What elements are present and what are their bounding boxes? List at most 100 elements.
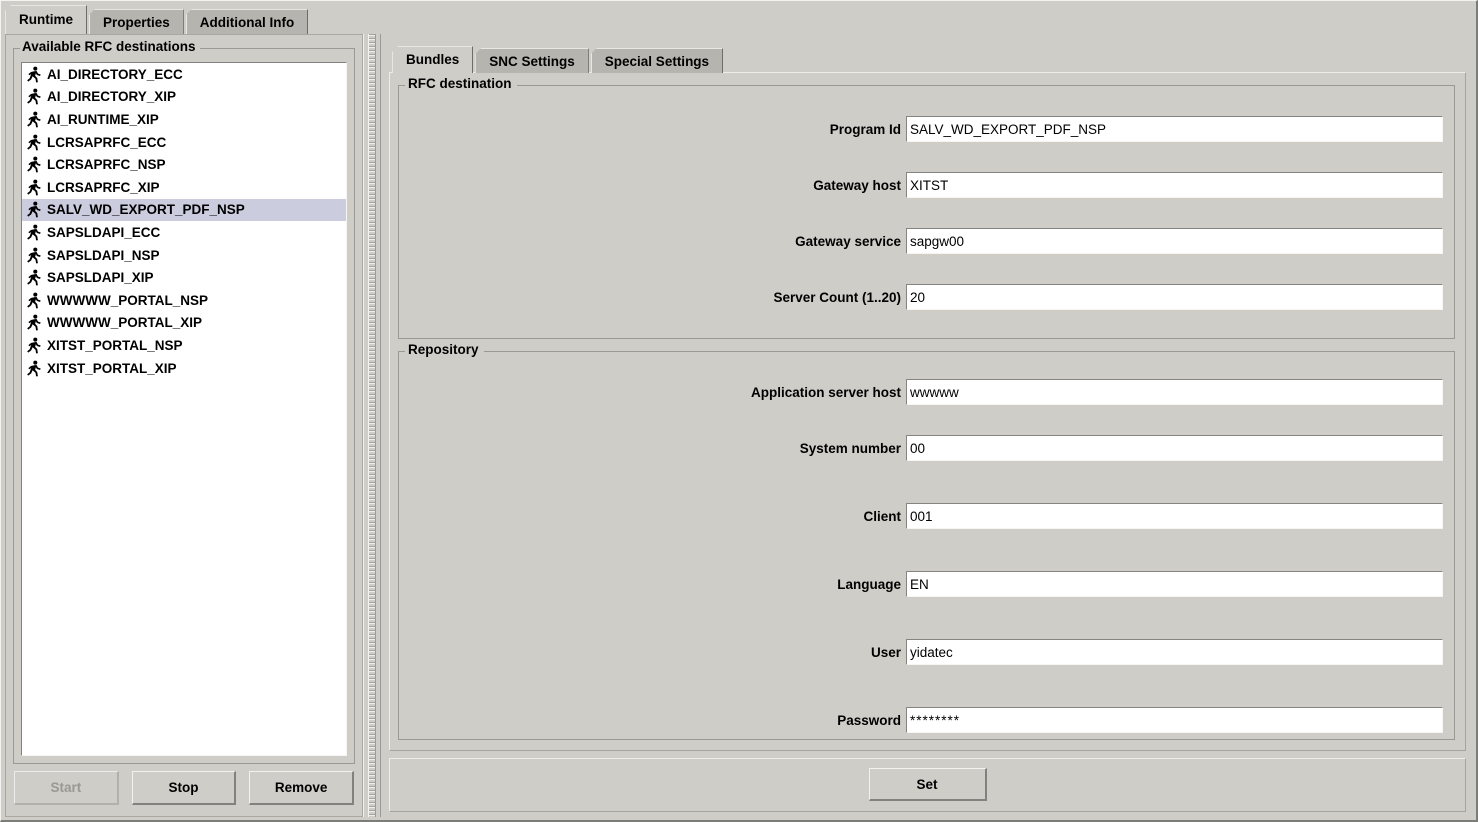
- form-field-row: User yidatec: [399, 639, 1443, 665]
- list-item[interactable]: WWWWW_PORTAL_NSP: [22, 289, 346, 312]
- running-person-icon: [26, 292, 42, 309]
- list-item-label: AI_DIRECTORY_XIP: [47, 89, 177, 105]
- application-server-host-input[interactable]: wwwww: [906, 379, 1443, 405]
- main-tabstrip: Runtime Properties Additional Info: [5, 5, 310, 34]
- settings-tabstrip: Bundles SNC Settings Special Settings: [392, 46, 725, 73]
- split-pane: Available RFC destinations AI_DIRECTORY_…: [5, 34, 1473, 817]
- running-person-icon: [26, 269, 42, 286]
- list-item[interactable]: AI_DIRECTORY_ECC: [22, 63, 346, 86]
- bundles-tab-content: RFC destination Program Id SALV_WD_EXPORT…: [389, 72, 1466, 751]
- available-destinations-panel: Available RFC destinations AI_DIRECTORY_…: [5, 34, 363, 817]
- list-item-label: SAPSLDAPI_ECC: [47, 224, 161, 240]
- running-person-icon: [26, 247, 42, 264]
- tab-properties-label: Properties: [103, 15, 170, 30]
- available-destinations-group: Available RFC destinations AI_DIRECTORY_…: [13, 39, 355, 764]
- split-pane-divider[interactable]: [363, 34, 381, 817]
- list-item[interactable]: XITST_PORTAL_NSP: [22, 334, 346, 357]
- start-button[interactable]: Start: [14, 771, 119, 805]
- server-count-1-20-input[interactable]: 20: [906, 284, 1443, 310]
- gateway-host-input[interactable]: XITST: [906, 172, 1443, 198]
- running-person-icon: [26, 111, 42, 128]
- set-button[interactable]: Set: [868, 768, 987, 801]
- client-label: Client: [863, 508, 901, 524]
- split-pane-divider-grip[interactable]: [368, 34, 376, 817]
- list-item[interactable]: XITST_PORTAL_XIP: [22, 357, 346, 380]
- language-input[interactable]: EN: [906, 571, 1443, 597]
- list-item-label: WWWWW_PORTAL_NSP: [47, 292, 208, 308]
- form-field-row: Client 001: [399, 503, 1443, 529]
- system-number-label: System number: [799, 440, 901, 456]
- list-item-label: AI_DIRECTORY_ECC: [47, 66, 183, 82]
- tab-special-settings[interactable]: Special Settings: [590, 48, 724, 73]
- list-item-label: SALV_WD_EXPORT_PDF_NSP: [47, 202, 245, 218]
- tab-bundles[interactable]: Bundles: [392, 46, 474, 73]
- remove-button[interactable]: Remove: [249, 771, 355, 805]
- rfc-destination-group-title: RFC destination: [405, 76, 517, 91]
- running-person-icon: [26, 314, 42, 331]
- list-item-label: SAPSLDAPI_XIP: [47, 270, 154, 286]
- destination-action-buttons: Start Stop Remove: [14, 771, 355, 805]
- tab-runtime-label: Runtime: [19, 12, 73, 27]
- tab-properties[interactable]: Properties: [89, 9, 184, 34]
- repository-group: Repository Application server host wwwww S…: [398, 342, 1455, 740]
- list-item-label: LCRSAPRFC_XIP: [47, 179, 160, 195]
- running-person-icon: [26, 134, 42, 151]
- tab-additional-info[interactable]: Additional Info: [185, 9, 309, 34]
- list-item[interactable]: LCRSAPRFC_NSP: [22, 153, 346, 176]
- start-button-label: Start: [50, 780, 82, 795]
- tab-runtime[interactable]: Runtime: [5, 5, 87, 34]
- running-person-icon: [26, 337, 42, 354]
- server-count-1-20-label: Server Count (1..20): [773, 289, 901, 305]
- running-person-icon: [26, 88, 42, 105]
- tab-additional-info-label: Additional Info: [199, 15, 295, 30]
- form-field-row: Gateway service sapgw00: [399, 228, 1443, 254]
- destinations-list[interactable]: AI_DIRECTORY_ECC AI_DIRECTORY_XIP AI_RUNTI…: [21, 62, 347, 756]
- application-server-host-label: Application server host: [750, 384, 901, 400]
- tab-snc-settings[interactable]: SNC Settings: [475, 48, 589, 73]
- list-item-label: LCRSAPRFC_ECC: [47, 134, 167, 150]
- list-item-label: AI_RUNTIME_XIP: [47, 111, 159, 127]
- running-person-icon: [26, 66, 42, 83]
- running-person-icon: [26, 179, 42, 196]
- program-id-input[interactable]: SALV_WD_EXPORT_PDF_NSP: [906, 116, 1443, 142]
- list-item[interactable]: SAPSLDAPI_ECC: [22, 221, 346, 244]
- program-id-label: Program Id: [829, 121, 901, 137]
- stop-button[interactable]: Stop: [131, 771, 237, 805]
- list-item[interactable]: LCRSAPRFC_ECC: [22, 131, 346, 154]
- user-label: User: [870, 644, 901, 660]
- set-button-label: Set: [916, 777, 938, 792]
- list-item[interactable]: SALV_WD_EXPORT_PDF_NSP: [22, 198, 346, 222]
- rfc-destination-manager-window: Runtime Properties Additional Info Avail…: [0, 0, 1478, 822]
- client-input[interactable]: 001: [906, 503, 1443, 529]
- system-number-input[interactable]: 00: [906, 435, 1443, 461]
- list-item-label: XITST_PORTAL_NSP: [47, 337, 183, 353]
- repository-group-title: Repository: [405, 342, 484, 357]
- form-field-row: Language EN: [399, 571, 1443, 597]
- form-field-row: Password ********: [399, 707, 1443, 733]
- tab-bundles-label: Bundles: [406, 52, 460, 67]
- stop-button-label: Stop: [168, 780, 199, 795]
- gateway-service-label: Gateway service: [795, 233, 901, 249]
- gateway-service-input[interactable]: sapgw00: [906, 228, 1443, 254]
- list-item-label: LCRSAPRFC_NSP: [47, 157, 166, 173]
- list-item-label: WWWWW_PORTAL_XIP: [47, 315, 202, 331]
- list-item-label: XITST_PORTAL_XIP: [47, 360, 177, 376]
- running-person-icon: [26, 156, 42, 173]
- list-item[interactable]: WWWWW_PORTAL_XIP: [22, 312, 346, 335]
- available-destinations-title: Available RFC destinations: [20, 39, 200, 54]
- list-item[interactable]: SAPSLDAPI_XIP: [22, 266, 346, 289]
- list-item[interactable]: AI_RUNTIME_XIP: [22, 108, 346, 131]
- tab-special-settings-label: Special Settings: [604, 54, 710, 69]
- settings-action-bar: Set: [389, 758, 1466, 812]
- form-field-row: Application server host wwwww: [399, 379, 1443, 405]
- form-field-row: Gateway host XITST: [399, 172, 1443, 198]
- form-field-row: Program Id SALV_WD_EXPORT_PDF_NSP: [399, 116, 1443, 142]
- list-item[interactable]: LCRSAPRFC_XIP: [22, 176, 346, 199]
- list-item[interactable]: AI_DIRECTORY_XIP: [22, 86, 346, 109]
- list-item[interactable]: SAPSLDAPI_NSP: [22, 244, 346, 267]
- password-label: Password: [837, 712, 901, 728]
- user-input[interactable]: yidatec: [906, 639, 1443, 665]
- password-input[interactable]: ********: [906, 707, 1443, 733]
- tab-snc-settings-label: SNC Settings: [489, 54, 575, 69]
- running-person-icon: [26, 360, 42, 377]
